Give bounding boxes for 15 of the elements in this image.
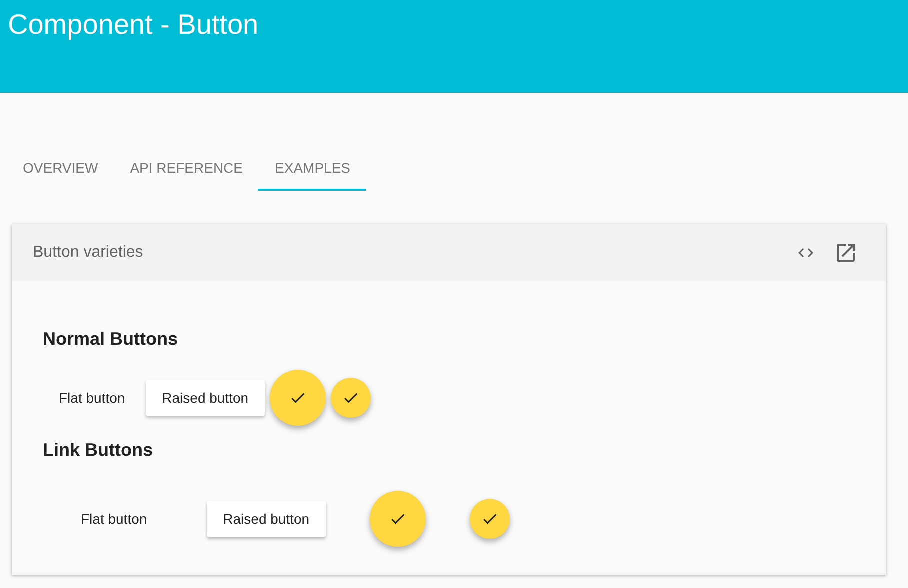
mini-fab-button[interactable] [470, 499, 510, 539]
section-heading: Link Buttons [43, 440, 154, 461]
flat-button[interactable]: Flat button [43, 380, 142, 416]
tab[interactable]: EXAMPLES [258, 148, 366, 191]
flat-link-button[interactable]: Flat button [65, 501, 164, 537]
raised-link-button[interactable]: Raised button [207, 501, 326, 537]
tab[interactable]: OVERVIEW [6, 148, 114, 191]
fab-button[interactable] [370, 491, 426, 547]
tab[interactable]: API REFERENCE [113, 148, 258, 191]
card-title: Button varieties [33, 244, 144, 262]
section-heading: Normal Buttons [43, 329, 179, 350]
mini-fab-button[interactable] [330, 378, 371, 418]
fab-button[interactable] [270, 370, 326, 426]
raised-button[interactable]: Raised button [146, 380, 265, 416]
page-title: Component - Button [8, 9, 260, 41]
